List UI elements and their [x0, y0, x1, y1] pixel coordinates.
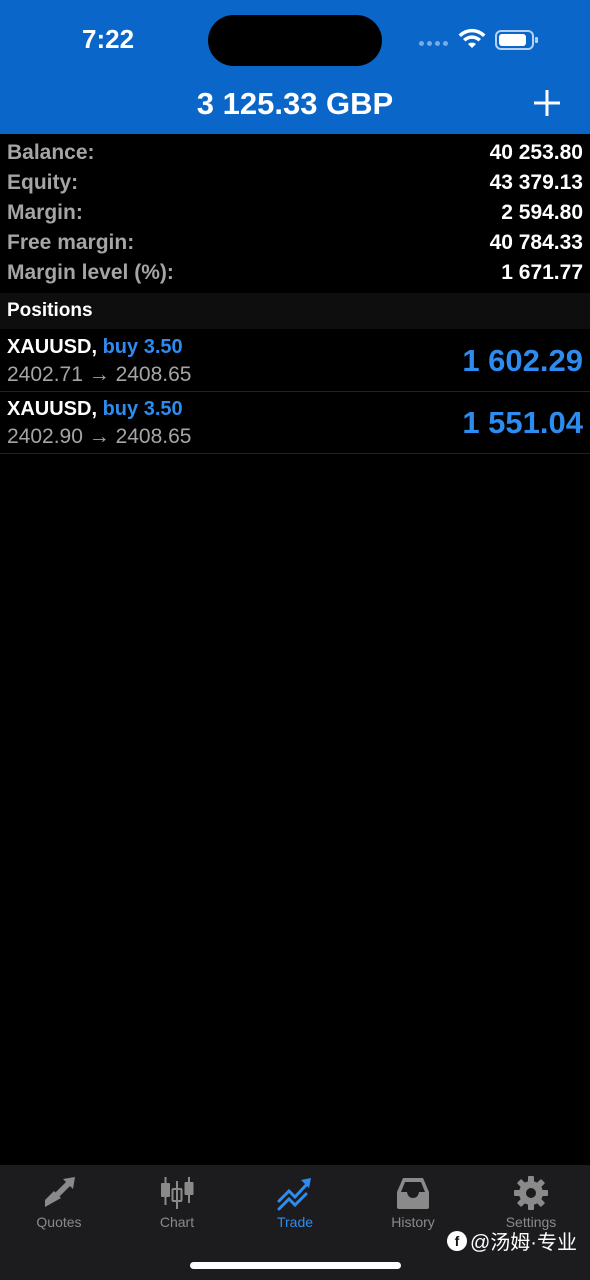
summary-label: Balance:: [7, 141, 95, 164]
summary-label: Margin level (%):: [7, 261, 174, 284]
summary-label: Margin:: [7, 201, 83, 224]
signal-icon: [419, 41, 448, 46]
tab-trade[interactable]: Trade: [236, 1165, 354, 1245]
position-symbol-line: XAUUSD, buy 3.50: [7, 398, 183, 421]
position-profit: 1 602.29: [462, 343, 583, 378]
position-prices: 2402.90 → 2408.65: [7, 425, 192, 448]
add-icon[interactable]: [532, 88, 562, 118]
tab-chart[interactable]: Chart: [118, 1165, 236, 1245]
tab-label: Quotes: [36, 1214, 82, 1230]
position-symbol: XAUUSD,: [7, 398, 98, 420]
summary-value: 40 784.33: [489, 231, 583, 254]
watermark-logo-icon: f: [447, 1230, 467, 1251]
tab-label: Trade: [276, 1214, 314, 1230]
summary-label: Equity:: [7, 171, 79, 194]
battery-icon: [495, 30, 538, 50]
wifi-icon: [458, 28, 486, 48]
position-symbol-line: XAUUSD, buy 3.50: [7, 336, 183, 359]
position-symbol: XAUUSD,: [7, 336, 98, 358]
summary-row-margin-level: Margin level (%): 1 671.77: [0, 258, 590, 288]
watermark-text: @汤姆·专业: [470, 1232, 577, 1254]
summary-value: 2 594.80: [501, 201, 583, 224]
position-row[interactable]: XAUUSD, buy 3.50 2402.90 → 2408.65 1 551…: [0, 392, 590, 454]
position-prices: 2402.71 → 2408.65: [7, 363, 192, 386]
summary-row-equity: Equity: 43 379.13: [0, 168, 590, 198]
summary-row-balance: Balance: 40 253.80: [0, 138, 590, 168]
summary-value: 1 671.77: [501, 261, 583, 284]
position-type: buy 3.50: [102, 398, 183, 420]
history-icon: [397, 1178, 429, 1209]
position-type: buy 3.50: [102, 336, 183, 358]
summary-label: Free margin:: [7, 231, 135, 254]
home-indicator[interactable]: [190, 1262, 401, 1269]
summary-value: 40 253.80: [489, 141, 583, 164]
tab-label: Chart: [159, 1214, 195, 1230]
positions-list: XAUUSD, buy 3.50 2402.71 → 2408.65 1 602…: [0, 330, 590, 454]
summary-value: 43 379.13: [489, 171, 583, 194]
position-profit: 1 551.04: [462, 405, 583, 440]
page-title: 3 125.33 GBP: [196, 86, 394, 121]
summary-row-free-margin: Free margin: 40 784.33: [0, 228, 590, 258]
position-row[interactable]: XAUUSD, buy 3.50 2402.71 → 2408.65 1 602…: [0, 330, 590, 392]
header-bar: 7:22 3 125.33 GBP: [0, 0, 590, 134]
summary-row-margin: Margin: 2 594.80: [0, 198, 590, 228]
chart-icon: [161, 1177, 194, 1209]
positions-section-header: Positions: [0, 293, 590, 329]
account-summary: Balance: 40 253.80 Equity: 43 379.13 Mar…: [0, 138, 590, 288]
trade-icon: [277, 1178, 311, 1211]
watermark: f @汤姆·专业: [447, 1226, 577, 1255]
status-time: 7:22: [82, 24, 135, 54]
quotes-icon: [45, 1177, 75, 1207]
dynamic-island: [208, 15, 382, 66]
tab-quotes[interactable]: Quotes: [0, 1165, 118, 1245]
settings-icon: [514, 1176, 548, 1210]
